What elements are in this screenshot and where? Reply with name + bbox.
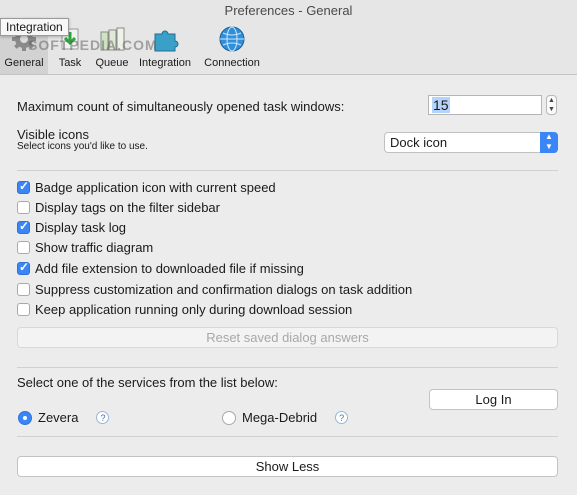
watermark: SOFTPEDIA.COM: [28, 37, 158, 53]
checkbox-label: Show traffic diagram: [35, 239, 154, 255]
service-zevera[interactable]: Zevera ?: [18, 410, 110, 425]
help-icon[interactable]: ?: [96, 411, 110, 424]
chevron-updown-icon: ▲ ▼: [540, 132, 558, 153]
checkbox-label: Display tags on the filter sidebar: [35, 199, 220, 215]
checkbox-keep-running[interactable]: Keep application running only during dow…: [17, 300, 352, 318]
service-mega-debrid[interactable]: Mega-Debrid ?: [222, 410, 349, 425]
reset-dialog-answers-button[interactable]: Reset saved dialog answers: [17, 327, 558, 348]
checkbox-label: Add file extension to downloaded file if…: [35, 260, 304, 276]
divider: [17, 170, 558, 171]
divider: [17, 436, 558, 437]
checkbox[interactable]: [17, 219, 30, 234]
checkbox-label: Suppress customization and confirmation …: [35, 281, 413, 297]
general-pane: Maximum count of simultaneously opened t…: [0, 75, 577, 495]
tooltip: Integration: [0, 18, 69, 36]
tab-connection[interactable]: Connection: [201, 22, 263, 74]
checkbox[interactable]: [17, 179, 30, 194]
tab-connection-label: Connection: [204, 57, 260, 69]
checkbox[interactable]: [17, 240, 30, 254]
max-windows-value: 15: [432, 97, 450, 113]
max-windows-label: Maximum count of simultaneously opened t…: [17, 99, 345, 114]
checkbox[interactable]: [17, 282, 30, 296]
window-title: Preferences - General: [224, 3, 353, 18]
divider: [17, 367, 558, 368]
toolbar: General Task Queue Integration Connectio…: [0, 22, 577, 75]
checkbox-label: Badge application icon with current spee…: [35, 179, 276, 195]
checkbox[interactable]: [17, 200, 30, 214]
checkbox-task-log[interactable]: Display task log: [17, 218, 126, 236]
tab-queue-label: Queue: [95, 57, 129, 69]
checkbox-traffic-diagram[interactable]: Show traffic diagram: [17, 238, 153, 256]
tab-integration-label: Integration: [139, 57, 191, 69]
visible-icons-selected: Dock icon: [390, 135, 448, 150]
checkbox-display-tags[interactable]: Display tags on the filter sidebar: [17, 198, 220, 216]
checkbox-badge-speed[interactable]: Badge application icon with current spee…: [17, 178, 276, 196]
connection-icon: [219, 26, 245, 52]
title-bar: Preferences - General: [0, 0, 577, 22]
help-icon[interactable]: ?: [335, 411, 349, 424]
services-label: Select one of the services from the list…: [17, 375, 278, 390]
checkbox-suppress-dialogs[interactable]: Suppress customization and confirmation …: [17, 280, 412, 298]
tab-task-label: Task: [58, 57, 82, 69]
checkbox[interactable]: [17, 260, 30, 275]
visible-icons-select[interactable]: Dock icon ▲ ▼: [384, 132, 558, 153]
checkbox-label: Keep application running only during dow…: [35, 301, 353, 317]
checkbox-file-extension[interactable]: Add file extension to downloaded file if…: [17, 259, 304, 277]
radio-button[interactable]: [18, 410, 32, 425]
max-windows-stepper[interactable]: ▲ ▼: [546, 95, 557, 115]
checkbox[interactable]: [17, 302, 30, 316]
tab-general-label: General: [4, 57, 44, 69]
checkbox-label: Display task log: [35, 219, 127, 235]
show-less-button[interactable]: Show Less: [17, 456, 558, 477]
visible-icons-label: Visible icons: [17, 127, 90, 142]
radio-button[interactable]: [222, 410, 236, 425]
max-windows-field[interactable]: 15: [428, 95, 542, 115]
service-label: Zevera: [38, 410, 79, 425]
service-label: Mega-Debrid: [242, 410, 318, 425]
log-in-button[interactable]: Log In: [429, 389, 558, 410]
visible-icons-hint: Select icons you'd like to use.: [17, 141, 148, 152]
